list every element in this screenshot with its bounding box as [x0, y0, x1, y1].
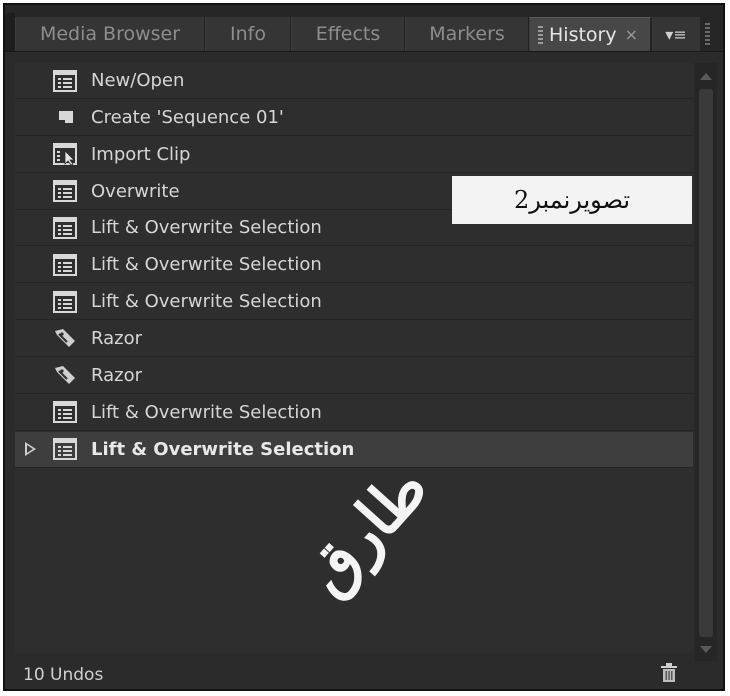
sequence-icon	[53, 106, 77, 128]
history-item-label: Lift & Overwrite Selection	[91, 438, 355, 460]
tab-markers[interactable]: Markers	[405, 17, 529, 51]
panel-menu-icon: ▾≡	[665, 24, 687, 44]
list-document-icon	[53, 253, 77, 276]
history-item-label: Razor	[91, 327, 143, 349]
tab-label: Markers	[429, 23, 505, 45]
vertical-scrollbar[interactable]	[695, 63, 717, 661]
current-state-marker	[15, 210, 39, 246]
close-icon[interactable]: ×	[625, 25, 638, 44]
history-item[interactable]: Razor	[15, 321, 693, 357]
history-item-label: Lift & Overwrite Selection	[91, 254, 322, 276]
panel-menu-button[interactable]: ▾≡	[652, 17, 700, 51]
tab-label: Media Browser	[39, 23, 181, 45]
drag-grip-icon[interactable]	[705, 23, 710, 45]
tab-effects[interactable]: Effects	[291, 17, 405, 51]
history-item-label: Lift & Overwrite Selection	[91, 401, 322, 423]
razor-icon	[53, 364, 77, 386]
trash-icon[interactable]	[660, 663, 678, 683]
drag-grip-icon[interactable]	[538, 25, 543, 44]
tab-label: History	[549, 23, 617, 46]
history-panel: Media Browser Info Effects Markers Histo…	[3, 3, 725, 691]
list-document-icon	[53, 216, 77, 239]
history-item[interactable]: Lift & Overwrite Selection	[15, 284, 693, 321]
history-item[interactable]: Import Clip	[15, 137, 693, 173]
history-item[interactable]: Lift & Overwrite Selection	[15, 395, 693, 431]
history-item-label: Lift & Overwrite Selection	[91, 217, 322, 239]
history-item-label: Import Clip	[91, 143, 191, 165]
tab-media-browser[interactable]: Media Browser	[15, 17, 205, 51]
razor-icon	[53, 327, 77, 349]
current-state-marker	[15, 431, 39, 467]
scroll-thumb[interactable]	[699, 89, 713, 637]
tab-history[interactable]: History ×	[529, 17, 651, 51]
current-state-marker	[15, 284, 39, 320]
history-item[interactable]: Lift & Overwrite Selection	[15, 431, 693, 468]
list-document-icon	[53, 180, 77, 203]
play-triangle-icon	[25, 442, 36, 456]
history-item-label: Overwrite	[91, 180, 180, 202]
current-state-marker	[15, 99, 39, 135]
panel-tab-bar: Media Browser Info Effects Markers Histo…	[5, 5, 723, 52]
scroll-up-arrow-icon[interactable]	[700, 73, 712, 80]
current-state-marker	[15, 173, 39, 209]
image-caption-label: تصویرنمبر2	[452, 176, 692, 224]
history-item-label: Lift & Overwrite Selection	[91, 291, 322, 313]
list-document-icon	[53, 69, 77, 92]
tab-label: Info	[230, 23, 266, 45]
list-document-icon	[53, 401, 77, 424]
history-item[interactable]: New/Open	[15, 63, 693, 99]
history-item[interactable]: Lift & Overwrite Selection	[15, 247, 693, 284]
status-bar: 10 Undos	[5, 661, 723, 689]
list-document-icon	[53, 290, 77, 313]
history-item-label: Create 'Sequence 01'	[91, 106, 284, 128]
undo-count: 10 Undos	[23, 665, 104, 685]
history-item-label: Razor	[91, 364, 143, 386]
current-state-marker	[15, 320, 39, 356]
list-document-icon	[53, 438, 77, 460]
current-state-marker	[15, 247, 39, 283]
tab-label: Effects	[315, 23, 381, 45]
current-state-marker	[15, 394, 39, 430]
history-item[interactable]: Razor	[15, 358, 693, 394]
import-clip-icon	[53, 143, 77, 166]
current-state-marker	[15, 357, 39, 393]
history-item-label: New/Open	[91, 70, 185, 91]
tab-info[interactable]: Info	[205, 17, 291, 51]
scroll-down-arrow-icon[interactable]	[700, 646, 712, 653]
history-item[interactable]: Create 'Sequence 01'	[15, 100, 693, 136]
current-state-marker	[15, 63, 39, 99]
caption-text: تصویرنمبر2	[513, 186, 631, 214]
current-state-marker	[15, 136, 39, 172]
tab-bar-gutter	[5, 13, 15, 51]
